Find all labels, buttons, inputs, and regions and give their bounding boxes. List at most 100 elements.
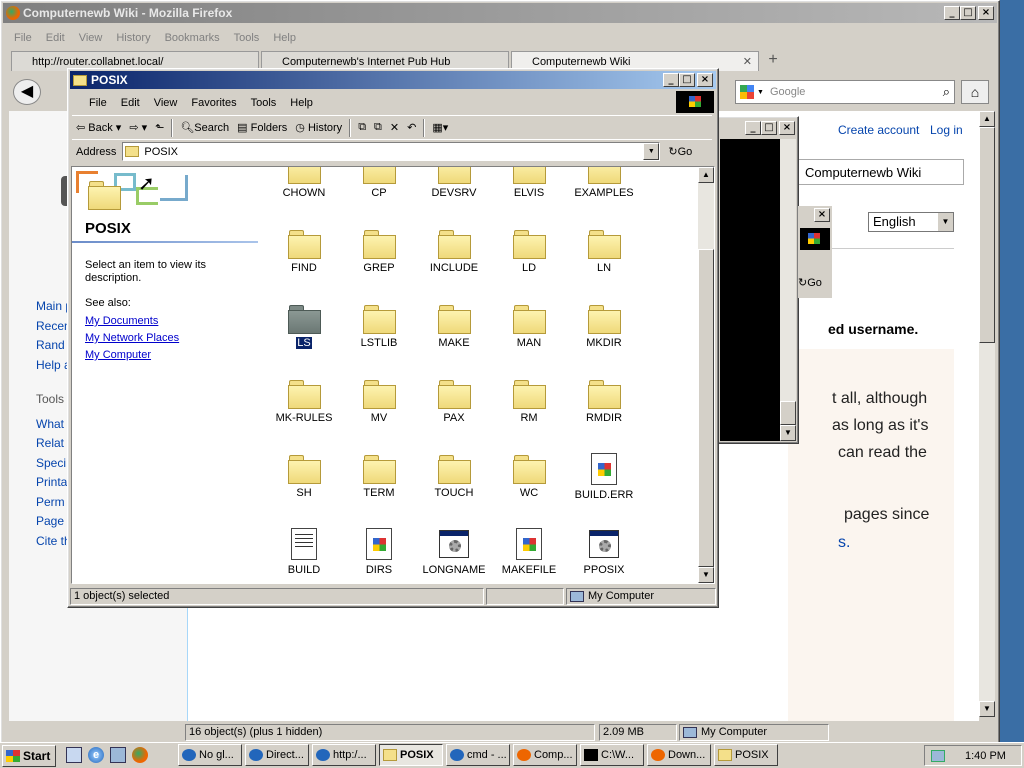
menu-help[interactable]: Help [266,32,303,44]
up-folder-icon[interactable]: ⬑ [151,121,168,134]
taskbar-item[interactable]: Down... [647,744,711,766]
sidebar-item[interactable]: Rand [36,338,65,352]
forward-button[interactable]: ⇨ ▾ [125,121,151,134]
folder-item[interactable]: TERM [343,455,415,499]
menu-bookmarks[interactable]: Bookmarks [158,32,227,44]
sidebar-item[interactable]: Recen [36,319,71,333]
folder-item[interactable]: MKDIR [568,305,640,349]
ie-icon[interactable]: e [88,747,104,763]
console-scrollbar[interactable]: ▼ [780,139,796,441]
taskbar-item[interactable]: Direct... [245,744,309,766]
move-to-icon[interactable]: ⧉ [354,121,370,134]
taskbar-item[interactable]: C:\W... [580,744,644,766]
folder-item[interactable]: SH [268,455,340,499]
taskbar-item[interactable]: cmd - ... [446,744,510,766]
tools-item[interactable]: What [36,417,64,431]
folder-item[interactable]: MK-RULES [268,380,340,424]
tools-item[interactable]: Page [36,514,64,528]
go-button[interactable]: ↻Go [660,145,692,158]
address-input[interactable]: POSIX ▼ [122,142,661,161]
sidebar-item[interactable]: Help a [36,358,71,372]
menu-favorites[interactable]: Favorites [184,97,243,109]
taskbar-item-active[interactable]: POSIX [379,744,443,766]
link-my-network-places[interactable]: My Network Places [85,332,179,344]
folder-item[interactable]: MAKE [418,305,490,349]
folder-item[interactable]: EXAMPLES [568,167,640,199]
search-button[interactable]: 🔍︎Search [176,121,233,134]
folder-item[interactable]: FIND [268,230,340,274]
chevron-down-icon[interactable]: ▼ [643,143,660,160]
scroll-down-button[interactable]: ▼ [698,567,714,583]
undo-icon[interactable]: ↶ [403,121,420,134]
tools-item[interactable]: Printa [36,475,67,489]
scroll-up-button[interactable]: ▲ [979,111,995,127]
taskbar-item[interactable]: POSIX [714,744,778,766]
posix-titlebar[interactable]: POSIX _ □ × [70,71,716,89]
menu-edit[interactable]: Edit [114,97,147,109]
close-button[interactable]: × [779,121,795,135]
link-my-computer[interactable]: My Computer [85,349,151,361]
folder-item[interactable]: CHOWN [268,167,340,199]
create-account-link[interactable]: Create account [838,123,919,137]
console-area[interactable] [720,139,780,441]
delete-icon[interactable]: ✕ [386,121,403,134]
wiki-search-input[interactable]: Computernewb Wiki [798,159,964,185]
scroll-down-button[interactable]: ▼ [780,425,796,441]
menu-history[interactable]: History [109,32,157,44]
scroll-thumb[interactable] [979,127,995,343]
folder-item[interactable]: GREP [343,230,415,274]
folder-item[interactable]: ELVIS [493,167,565,199]
menu-help[interactable]: Help [283,97,320,109]
folder-item[interactable]: TOUCH [418,455,490,499]
firefox-icon[interactable] [132,747,148,763]
scroll-down-button[interactable]: ▼ [979,701,995,717]
folder-item[interactable]: CP [343,167,415,199]
folder-item[interactable]: LN [568,230,640,274]
magnifier-icon[interactable]: ⌕ [943,84,950,100]
body-link[interactable]: s. [838,534,850,552]
link-my-documents[interactable]: My Documents [85,315,158,327]
maximize-button[interactable]: □ [960,6,976,20]
start-button[interactable]: Start [2,745,56,767]
close-button[interactable]: × [697,73,713,87]
language-select[interactable]: English ▼ [868,212,954,232]
taskbar-item[interactable]: No gl... [178,744,242,766]
scroll-up-button[interactable]: ▲ [698,167,714,183]
minimize-button[interactable]: _ [944,6,960,20]
file-item[interactable]: DIRS [343,528,415,576]
folder-item[interactable]: MV [343,380,415,424]
folder-item-selected[interactable]: LS [268,305,340,349]
network-tray-icon[interactable] [931,749,945,762]
folder-item[interactable]: WC [493,455,565,499]
copy-to-icon[interactable]: ⧉ [370,121,386,134]
login-link[interactable]: Log in [930,123,963,137]
maximize-button[interactable]: □ [679,73,695,87]
back-button[interactable]: ◀ [13,79,41,105]
taskbar-item[interactable]: http:/... [312,744,376,766]
scroll-thumb[interactable] [698,249,714,567]
file-item[interactable]: BUILD.ERR [568,453,640,501]
tools-item[interactable]: Perm [36,495,65,509]
tools-item[interactable]: Speci [36,456,66,470]
menu-edit[interactable]: Edit [39,32,72,44]
page-scrollbar[interactable]: ▲ ▼ [979,111,995,717]
folder-item[interactable]: RM [493,380,565,424]
menu-tools[interactable]: Tools [227,32,267,44]
folder-item[interactable]: LSTLIB [343,305,415,349]
menu-view[interactable]: View [72,32,110,44]
history-button[interactable]: ◷ History [291,121,346,134]
go-button[interactable]: ↻Go [798,276,822,289]
folder-item[interactable]: RMDIR [568,380,640,424]
firefox-titlebar[interactable]: Computernewb Wiki - Mozilla Firefox _ □ … [3,3,997,23]
tools-item[interactable]: Cite th [36,534,71,548]
menu-file[interactable]: File [7,32,39,44]
folder-item[interactable]: LD [493,230,565,274]
new-tab-button[interactable]: + [761,51,785,71]
folders-button[interactable]: ▤ Folders [233,121,291,134]
show-desktop-icon[interactable] [66,747,82,763]
views-icon[interactable]: ▦▾ [428,121,452,134]
menu-file[interactable]: File [82,97,114,109]
close-button[interactable]: × [814,208,830,222]
close-button[interactable]: × [978,6,994,20]
file-item[interactable]: MAKEFILE [493,528,565,576]
